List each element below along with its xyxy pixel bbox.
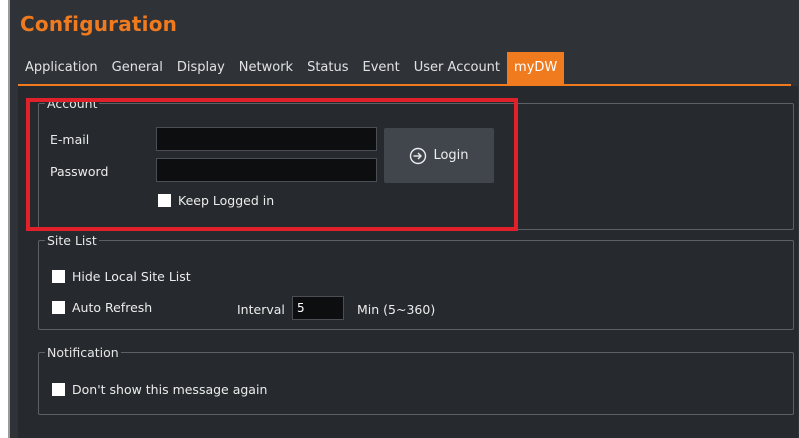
tab-bar: Application General Display Network Stat… bbox=[18, 52, 565, 84]
notification-legend: Notification bbox=[47, 345, 119, 360]
dont-show-again-label: Don't show this message again bbox=[72, 382, 268, 397]
configuration-window: Configuration Application General Displa… bbox=[8, 0, 799, 438]
login-arrow-icon bbox=[409, 147, 427, 165]
account-legend: Account bbox=[47, 96, 98, 111]
password-label: Password bbox=[50, 164, 109, 179]
keep-logged-in-label: Keep Logged in bbox=[178, 193, 275, 208]
tab-display[interactable]: Display bbox=[170, 52, 232, 84]
hide-local-site-list-label: Hide Local Site List bbox=[72, 269, 191, 284]
login-label: Login bbox=[433, 148, 469, 163]
email-label: E-mail bbox=[50, 132, 90, 147]
tab-application[interactable]: Application bbox=[18, 52, 105, 84]
dont-show-again-box[interactable] bbox=[52, 383, 65, 396]
mydw-panel: Account E-mail Password Login Keep Logge… bbox=[18, 86, 798, 438]
keep-logged-in-box[interactable] bbox=[158, 194, 171, 207]
tab-general[interactable]: General bbox=[105, 52, 170, 84]
email-field[interactable] bbox=[156, 127, 377, 151]
tab-status[interactable]: Status bbox=[300, 52, 355, 84]
interval-unit-label: Min (5~360) bbox=[357, 302, 436, 317]
interval-input[interactable] bbox=[292, 296, 344, 320]
keep-logged-in-checkbox[interactable]: Keep Logged in bbox=[158, 193, 274, 208]
tab-user-account[interactable]: User Account bbox=[407, 52, 507, 84]
hide-local-site-list-checkbox[interactable]: Hide Local Site List bbox=[52, 269, 191, 284]
notification-group: Notification bbox=[38, 345, 794, 415]
auto-refresh-box[interactable] bbox=[52, 301, 65, 314]
tab-event[interactable]: Event bbox=[356, 52, 407, 84]
tab-mydw[interactable]: myDW bbox=[507, 52, 565, 84]
interval-label: Interval bbox=[237, 302, 285, 317]
password-field[interactable] bbox=[156, 158, 377, 182]
tab-network[interactable]: Network bbox=[232, 52, 300, 84]
hide-local-site-list-box[interactable] bbox=[52, 270, 65, 283]
auto-refresh-label: Auto Refresh bbox=[72, 300, 153, 315]
site-list-legend: Site List bbox=[47, 233, 97, 248]
window-title: Configuration bbox=[20, 12, 178, 36]
auto-refresh-checkbox[interactable]: Auto Refresh bbox=[52, 300, 152, 315]
dont-show-again-checkbox[interactable]: Don't show this message again bbox=[52, 382, 267, 397]
login-button[interactable]: Login bbox=[384, 128, 494, 183]
